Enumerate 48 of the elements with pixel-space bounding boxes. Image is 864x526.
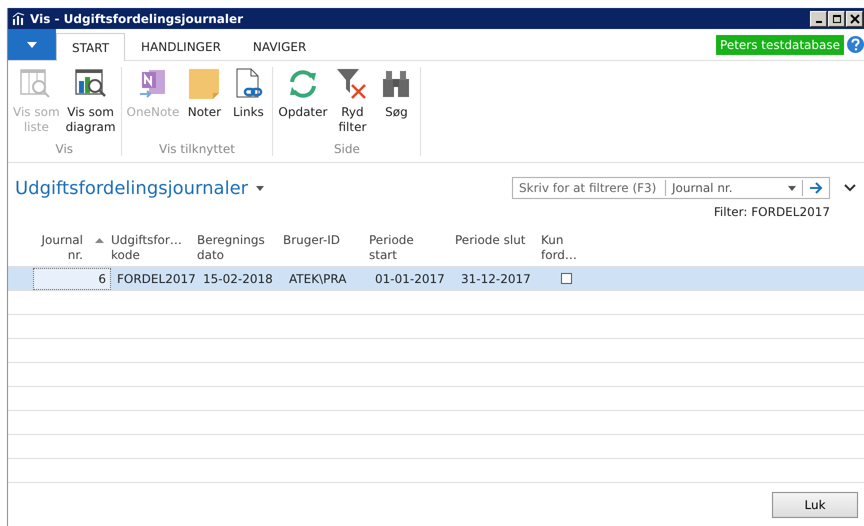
search-field[interactable]: Skriv for at filtrere (F3) Journal nr. bbox=[512, 177, 830, 199]
ribbon-button[interactable]: Søg bbox=[374, 67, 418, 142]
page-title: Udgiftsfordelingsjournaler bbox=[15, 178, 248, 198]
window-title: Vis - Udgiftsfordelingsjournaler bbox=[30, 12, 244, 26]
group-label: Vis bbox=[56, 142, 74, 156]
column-header[interactable]: Beregnings dato bbox=[197, 233, 283, 266]
close-icon bbox=[850, 14, 860, 24]
chart-icon bbox=[12, 12, 26, 25]
ribbon-button[interactable]: Vis som diagram bbox=[62, 67, 119, 142]
maximize-button[interactable] bbox=[828, 10, 845, 26]
close-page-button[interactable]: Luk bbox=[772, 492, 858, 518]
minimize-button[interactable] bbox=[810, 10, 827, 26]
ribbon-button[interactable]: Noter bbox=[182, 67, 226, 142]
help-icon[interactable] bbox=[847, 36, 864, 53]
column-header[interactable]: Periode slut bbox=[455, 233, 541, 266]
table-row[interactable]: 6 FORDEL2017 15-02-2018 ATEK\PRA 01-01-2017 31-12-2017 bbox=[8, 267, 864, 291]
table-cell-text: ATEK\PRA bbox=[288, 272, 348, 286]
caret-icon[interactable] bbox=[256, 186, 264, 190]
ribbon-button[interactable]: Links bbox=[226, 67, 270, 142]
caret-icon[interactable] bbox=[788, 186, 796, 190]
sort-icon bbox=[95, 238, 104, 243]
filter-field-selector[interactable]: Journal nr. bbox=[672, 181, 782, 195]
maximize-icon bbox=[832, 14, 842, 24]
table-cell-text: 31-12-2017 bbox=[460, 272, 532, 286]
sticky-note-icon bbox=[187, 67, 222, 101]
caret-icon bbox=[27, 42, 37, 48]
chevron-icon[interactable] bbox=[844, 184, 856, 192]
column-header[interactable]: Bruger-ID bbox=[283, 233, 369, 266]
minimize-icon bbox=[816, 20, 822, 22]
arrow-icon[interactable] bbox=[809, 182, 823, 194]
ribbon-tab[interactable]: START bbox=[56, 33, 126, 61]
group-label: Vis tilknyttet bbox=[159, 142, 235, 156]
menu-button[interactable] bbox=[8, 29, 56, 60]
close-button[interactable] bbox=[846, 10, 863, 26]
table-cell: 6 bbox=[33, 268, 111, 290]
table-cell-text: FORDEL2017 bbox=[116, 272, 197, 286]
filter-text: Filter: FORDEL2017 bbox=[712, 204, 831, 219]
table-cell-text: 01-01-2017 bbox=[374, 272, 446, 286]
checkbox[interactable] bbox=[561, 273, 572, 284]
group-label: Side bbox=[334, 142, 360, 156]
column-header[interactable]: Periode start bbox=[369, 233, 455, 266]
table-cell-text: 15-02-2018 bbox=[202, 272, 274, 286]
column-header[interactable]: Journal nr. bbox=[33, 233, 111, 266]
column-header[interactable]: Udgiftsfor… kode bbox=[111, 233, 197, 266]
database-badge: Peters testdatabase bbox=[716, 34, 844, 54]
column-header[interactable]: Kun ford… bbox=[541, 233, 601, 266]
ribbon-button[interactable]: Opdater bbox=[275, 67, 330, 142]
ribbon-button[interactable]: Ryd filter bbox=[330, 67, 374, 142]
